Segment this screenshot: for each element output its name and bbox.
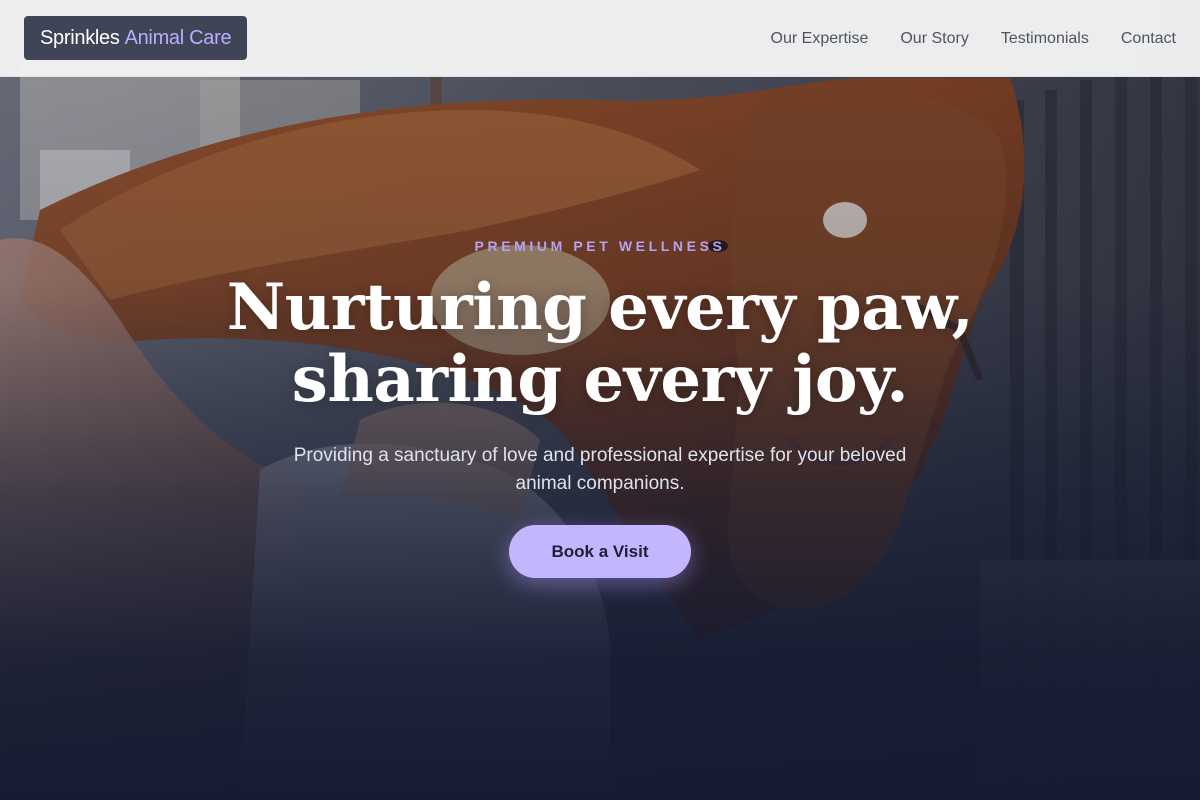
- hero-eyebrow: PREMIUM PET WELLNESS: [474, 238, 726, 254]
- hero-section: PREMIUM PET WELLNESS Nurturing every paw…: [0, 0, 1200, 800]
- hero-subtext: Providing a sanctuary of love and profes…: [293, 445, 907, 494]
- brand-logo[interactable]: Sprinkles Animal Care: [24, 16, 248, 60]
- book-a-visit-button[interactable]: Book a Visit: [509, 525, 691, 578]
- nav-link-our-expertise[interactable]: Our Expertise: [771, 30, 869, 48]
- nav-link-contact[interactable]: Contact: [1121, 30, 1176, 48]
- brand-name-accent: Animal Care: [124, 26, 232, 49]
- nav-link-our-story[interactable]: Our Story: [900, 30, 968, 48]
- hero-headline-line1: Nurturing every paw,: [226, 270, 974, 345]
- nav-link-testimonials[interactable]: Testimonials: [1001, 30, 1089, 48]
- hero-headline: Nurturing every paw, sharing every joy.: [0, 272, 1200, 416]
- page: Sprinkles Animal Care Our Expertise Our …: [0, 0, 1200, 800]
- brand-name-primary: Sprinkles: [40, 26, 120, 49]
- hero-headline-line2: sharing every joy.: [291, 342, 909, 417]
- site-header: Sprinkles Animal Care Our Expertise Our …: [0, 0, 1200, 77]
- main-nav: Our Expertise Our Story Testimonials Con…: [771, 0, 1176, 77]
